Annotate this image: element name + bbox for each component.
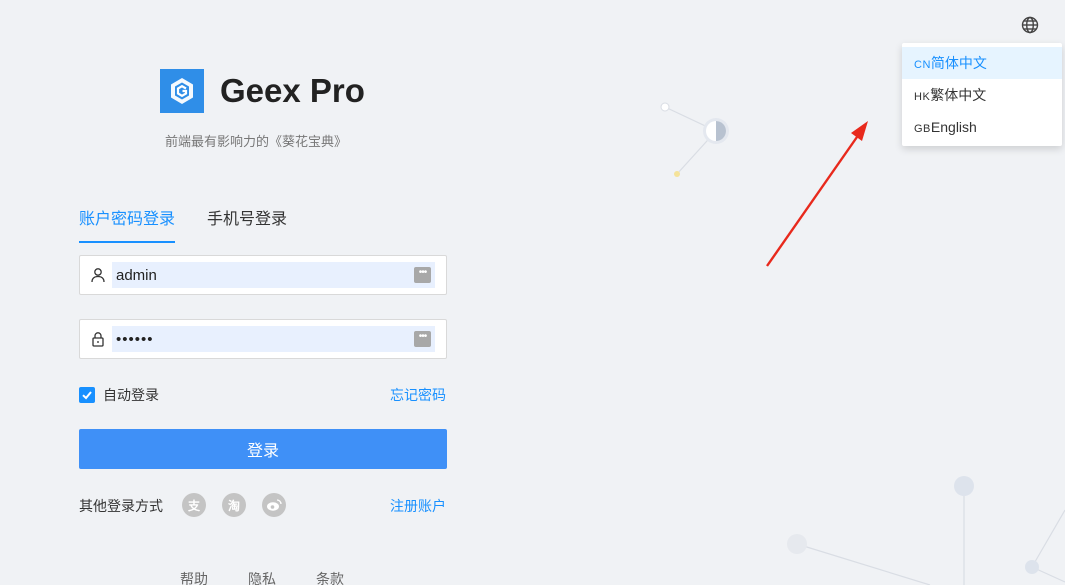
footer-link-privacy[interactable]: 隐私: [248, 569, 276, 585]
brand-header: Geex Pro: [160, 69, 365, 113]
login-tabs: 账户密码登录 手机号登录: [79, 205, 319, 243]
brand-tagline: 前端最有影响力的《葵花宝典》: [165, 134, 348, 149]
tab-account-login[interactable]: 账户密码登录: [79, 205, 176, 243]
password-manager-icon[interactable]: •••: [414, 267, 431, 283]
alipay-icon[interactable]: 支: [182, 493, 206, 517]
footer-link-help[interactable]: 帮助: [180, 569, 208, 585]
password-input[interactable]: •••••• •••: [112, 326, 435, 352]
language-code: GB: [914, 123, 931, 135]
auto-login-label: 自动登录: [103, 387, 159, 403]
username-field[interactable]: admin •••: [79, 255, 447, 295]
language-option-gb[interactable]: GBEnglish: [902, 111, 1062, 143]
language-code: CN: [914, 59, 931, 71]
checkbox-checked-icon[interactable]: [79, 387, 95, 403]
user-icon: [91, 268, 105, 283]
language-code: HK: [914, 91, 931, 103]
language-label: English: [930, 119, 977, 135]
forgot-password-link[interactable]: 忘记密码: [390, 385, 446, 405]
weibo-icon[interactable]: [262, 493, 286, 517]
register-account-link[interactable]: 注册账户: [390, 496, 446, 516]
tab-phone-login[interactable]: 手机号登录: [207, 205, 287, 243]
brand-title: Geex Pro: [220, 72, 365, 109]
username-value: admin: [116, 266, 157, 284]
language-menu: CN简体中文 HK繁体中文 GBEnglish: [902, 43, 1062, 146]
language-globe-icon[interactable]: [1019, 14, 1041, 36]
username-input[interactable]: admin •••: [112, 262, 435, 288]
other-login-methods-label: 其他登录方式: [79, 498, 163, 514]
logo-icon: [160, 69, 204, 113]
language-option-hk[interactable]: HK繁体中文: [902, 79, 1062, 111]
taobao-icon[interactable]: 淘: [222, 493, 246, 517]
password-value: ••••••: [116, 330, 154, 348]
lock-icon: [92, 332, 104, 347]
auto-login-checkbox[interactable]: 自动登录: [79, 385, 159, 405]
password-field[interactable]: •••••• •••: [79, 319, 447, 359]
language-option-cn[interactable]: CN简体中文: [902, 47, 1062, 79]
language-label: 繁体中文: [930, 87, 987, 103]
password-manager-icon[interactable]: •••: [414, 331, 431, 347]
login-button[interactable]: 登录: [79, 429, 447, 469]
language-label: 简体中文: [930, 55, 987, 71]
annotation-arrow: [766, 121, 868, 267]
footer-link-terms[interactable]: 条款: [316, 569, 344, 585]
